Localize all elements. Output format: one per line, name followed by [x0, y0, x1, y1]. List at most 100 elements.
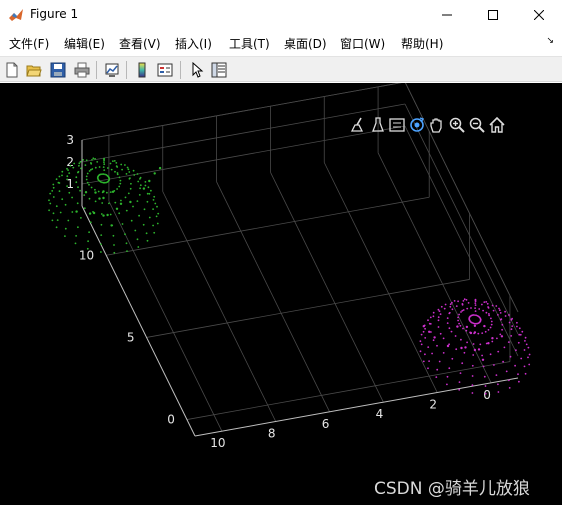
- data-tips-button[interactable]: [369, 116, 387, 134]
- data-point: [144, 184, 147, 187]
- pan-button[interactable]: [428, 116, 446, 134]
- data-point: [488, 314, 490, 317]
- data-point: [524, 336, 527, 339]
- data-point: [94, 158, 96, 160]
- data-point: [456, 325, 459, 328]
- data-point: [504, 315, 507, 317]
- data-point: [78, 162, 81, 165]
- pan-icon: [430, 118, 442, 133]
- menu-help[interactable]: 帮助(H): [401, 35, 443, 52]
- data-point: [125, 209, 128, 212]
- edit-plot-button[interactable]: [187, 60, 207, 80]
- zoom-in-button[interactable]: [448, 116, 466, 134]
- data-point: [48, 199, 50, 202]
- data-point: [136, 238, 139, 241]
- zoom-in-icon: [449, 117, 465, 133]
- data-point: [79, 189, 81, 192]
- data-point: [124, 164, 126, 166]
- data-point: [419, 350, 422, 353]
- save-button[interactable]: [48, 60, 68, 80]
- data-point: [85, 175, 88, 178]
- data-point: [490, 320, 493, 323]
- menu-file[interactable]: 文件(F): [9, 35, 49, 52]
- data-point: [446, 317, 449, 319]
- data-point: [448, 311, 451, 314]
- data-point: [433, 336, 436, 339]
- data-point: [49, 192, 52, 195]
- data-point: [77, 186, 79, 189]
- figure-canvas[interactable]: 0 2 4 6 8 10 0 5 10 1 2 3: [0, 83, 562, 505]
- data-point: [118, 176, 121, 179]
- close-button[interactable]: [516, 0, 562, 30]
- data-point: [454, 335, 457, 337]
- menu-desktop[interactable]: 桌面(D): [284, 35, 327, 52]
- data-point: [153, 231, 156, 234]
- data-point: [51, 219, 54, 222]
- insert-colorbar-button[interactable]: [132, 60, 152, 80]
- link-plot-icon: [105, 63, 119, 77]
- data-point: [142, 223, 145, 226]
- data-point: [146, 239, 149, 242]
- data-point: [126, 250, 128, 253]
- data-point: [489, 353, 492, 356]
- menu-insert[interactable]: 插入(I): [175, 35, 212, 52]
- new-figure-button[interactable]: [2, 60, 22, 80]
- data-point: [75, 181, 78, 184]
- data-point: [510, 335, 513, 337]
- maximize-button[interactable]: [470, 0, 516, 30]
- data-point: [80, 217, 82, 219]
- data-point: [477, 348, 481, 351]
- data-point: [524, 340, 526, 342]
- data-point: [120, 163, 123, 166]
- data-point: [527, 356, 529, 359]
- data-point: [124, 233, 126, 236]
- zoom-out-button[interactable]: [468, 116, 486, 134]
- menu-edit[interactable]: 编辑(E): [64, 35, 105, 52]
- home-button[interactable]: [488, 116, 506, 134]
- toolbar-separator: [96, 61, 97, 79]
- data-point: [126, 166, 129, 169]
- menu-tools[interactable]: 工具(T): [229, 35, 270, 52]
- data-point: [449, 305, 452, 308]
- data-point: [446, 344, 450, 348]
- data-point: [59, 211, 62, 214]
- dock-arrow-icon[interactable]: ↘: [546, 36, 554, 46]
- data-point: [455, 348, 458, 351]
- data-point: [154, 202, 157, 205]
- y-tick-label: 0: [167, 413, 175, 427]
- data-point: [72, 166, 75, 169]
- axes-3d[interactable]: 02468100510123: [0, 83, 562, 505]
- data-point: [438, 360, 441, 363]
- data-point: [139, 176, 142, 179]
- open-file-button[interactable]: [24, 60, 44, 80]
- data-point: [443, 307, 446, 310]
- rotate-3d-button[interactable]: [408, 116, 426, 134]
- data-point: [78, 164, 80, 167]
- data-point: [74, 242, 77, 245]
- data-point: [483, 324, 486, 328]
- link-plot-button[interactable]: [102, 60, 122, 80]
- menu-view[interactable]: 查看(V): [119, 35, 161, 52]
- data-tips-icon: [372, 117, 384, 132]
- brush-button[interactable]: [349, 116, 367, 134]
- property-inspector-button[interactable]: [209, 60, 229, 80]
- data-point: [91, 159, 93, 161]
- menu-window[interactable]: 窗口(W): [340, 35, 385, 52]
- data-point: [110, 168, 113, 171]
- data-point: [92, 211, 96, 215]
- window-titlebar[interactable]: Figure 1: [0, 0, 562, 30]
- data-point: [76, 202, 79, 205]
- minimize-button[interactable]: [424, 0, 470, 30]
- data-point: [102, 196, 105, 200]
- data-point: [491, 337, 494, 340]
- z-tick-label: 3: [66, 133, 74, 147]
- insert-legend-button[interactable]: [155, 60, 175, 80]
- data-point: [516, 325, 518, 328]
- print-button[interactable]: [72, 60, 92, 80]
- data-point: [477, 332, 480, 335]
- data-point: [472, 354, 475, 356]
- data-point: [444, 303, 447, 306]
- data-point: [466, 307, 469, 310]
- y-tick-label: 10: [79, 248, 94, 262]
- legend-toggle-button[interactable]: [388, 116, 406, 134]
